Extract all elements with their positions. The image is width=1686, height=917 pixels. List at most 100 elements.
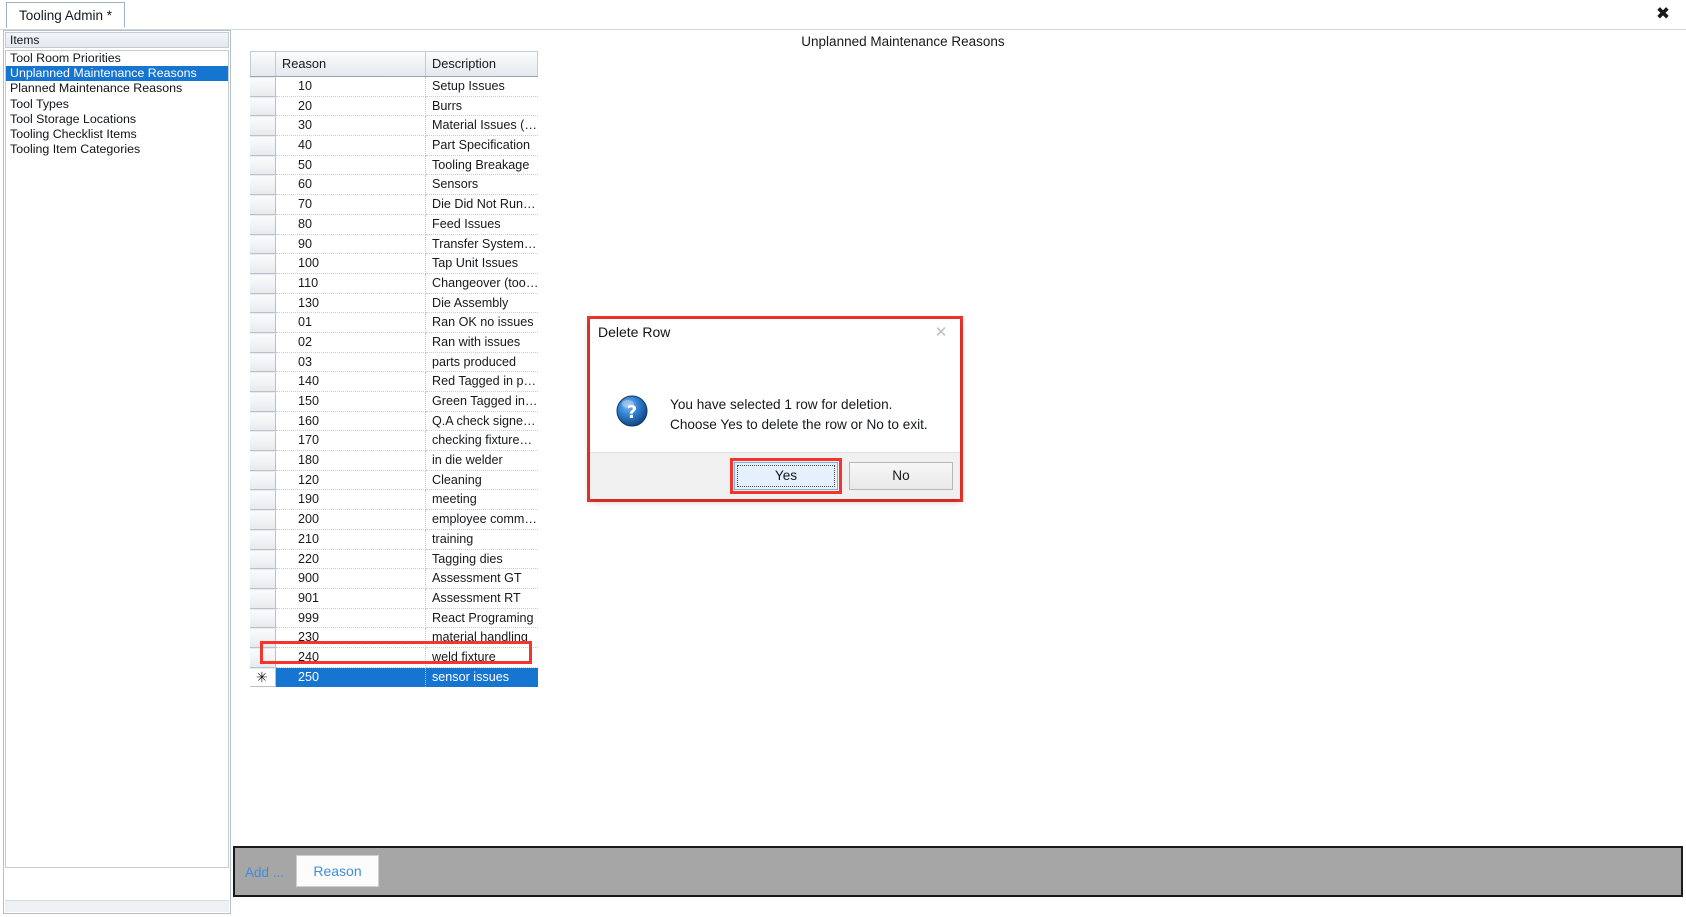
row-selector-cell[interactable]: [250, 411, 276, 432]
row-selector-cell[interactable]: [250, 628, 276, 648]
row-selector-cell[interactable]: [250, 372, 276, 392]
cell-reason[interactable]: 140: [276, 372, 426, 392]
cell-description[interactable]: weld fixture: [426, 648, 538, 668]
cell-reason[interactable]: 70: [276, 195, 426, 215]
table-row[interactable]: 130 Die Assembly: [250, 293, 538, 314]
cell-reason[interactable]: 90: [276, 234, 426, 255]
cell-reason[interactable]: 20: [276, 96, 426, 117]
cell-reason[interactable]: 120: [276, 470, 426, 491]
row-selector-cell[interactable]: [250, 96, 276, 117]
cell-description[interactable]: Assessment GT: [426, 569, 538, 589]
cell-description[interactable]: Die Did Not Run…: [426, 195, 538, 215]
table-row[interactable]: 240 weld fixture: [250, 647, 538, 668]
row-selector-cell[interactable]: [250, 195, 276, 215]
items-list[interactable]: Tool Room Priorities Unplanned Maintenanc…: [5, 50, 229, 868]
table-row[interactable]: 30 Material Issues (…: [250, 116, 538, 137]
cell-description[interactable]: Setup Issues: [426, 77, 538, 97]
grid-header-reason[interactable]: Reason: [276, 51, 426, 76]
cell-description[interactable]: Assessment RT: [426, 589, 538, 609]
add-reason-button[interactable]: Reason: [296, 855, 379, 887]
cell-reason[interactable]: 03: [276, 352, 426, 373]
cell-description[interactable]: React Programing: [426, 609, 538, 629]
row-selector-cell[interactable]: [250, 273, 276, 294]
table-row[interactable]: 40 Part Specification: [250, 136, 538, 156]
sidebar-item[interactable]: Tool Room Priorities: [6, 51, 228, 66]
cell-reason[interactable]: 50: [276, 155, 426, 176]
cell-description[interactable]: Green Tagged in…: [426, 392, 538, 412]
table-row[interactable]: 200 employee comm…: [250, 510, 538, 530]
grid-header-description[interactable]: Description: [426, 51, 538, 76]
cell-reason[interactable]: 250: [276, 667, 426, 688]
cell-reason[interactable]: 200: [276, 510, 426, 530]
cell-description[interactable]: Changeover (too…: [426, 274, 538, 294]
row-selector-cell[interactable]: [250, 451, 276, 471]
reasons-grid[interactable]: Reason Description 10 Setup Issues 20 Burrs…: [250, 51, 538, 688]
table-row[interactable]: 90 Transfer System…: [250, 234, 538, 255]
dialog-close-icon[interactable]: ✕: [932, 323, 950, 341]
cell-description[interactable]: parts produced: [426, 353, 538, 373]
cell-reason[interactable]: 10: [276, 77, 426, 97]
row-selector-cell[interactable]: [250, 77, 276, 97]
row-selector-cell[interactable]: [250, 608, 276, 629]
cell-description[interactable]: Die Assembly: [426, 294, 538, 314]
sidebar-item[interactable]: Unplanned Maintenance Reasons: [6, 66, 228, 82]
row-selector-cell[interactable]: ✳: [250, 667, 276, 688]
row-selector-cell[interactable]: [250, 136, 276, 156]
cell-description[interactable]: sensor issues: [426, 667, 538, 688]
cell-reason[interactable]: 190: [276, 490, 426, 511]
table-row[interactable]: 901 Assessment RT: [250, 588, 538, 609]
cell-reason[interactable]: 240: [276, 647, 426, 668]
table-row[interactable]: 20 Burrs: [250, 96, 538, 117]
row-selector-cell[interactable]: [250, 431, 276, 452]
row-selector-cell[interactable]: [250, 529, 276, 550]
cell-reason[interactable]: 100: [276, 254, 426, 274]
table-row[interactable]: 50 Tooling Breakage: [250, 155, 538, 176]
cell-description[interactable]: Feed Issues: [426, 215, 538, 235]
table-row[interactable]: ✳ 250 sensor issues: [250, 667, 538, 688]
row-selector-cell[interactable]: [250, 392, 276, 412]
table-row[interactable]: 10 Setup Issues: [250, 77, 538, 97]
cell-description[interactable]: Cleaning: [426, 471, 538, 491]
cell-description[interactable]: Ran with issues: [426, 333, 538, 353]
row-selector-cell[interactable]: [250, 116, 276, 137]
row-selector-cell[interactable]: [250, 352, 276, 373]
cell-description[interactable]: Sensors: [426, 175, 538, 196]
cell-reason[interactable]: 80: [276, 214, 426, 235]
row-selector-cell[interactable]: [250, 470, 276, 491]
table-row[interactable]: 100 Tap Unit Issues: [250, 254, 538, 274]
cell-description[interactable]: Tagging dies: [426, 550, 538, 570]
cell-description[interactable]: Tap Unit Issues: [426, 254, 538, 274]
sidebar-item[interactable]: Planned Maintenance Reasons: [6, 81, 228, 96]
table-row[interactable]: 110 Changeover (too…: [250, 273, 538, 294]
table-row[interactable]: 190 meeting: [250, 490, 538, 511]
close-icon[interactable]: ✖: [1650, 2, 1676, 26]
row-selector-cell[interactable]: [250, 234, 276, 255]
row-selector-cell[interactable]: [250, 175, 276, 196]
cell-description[interactable]: Material Issues (…: [426, 116, 538, 137]
table-row[interactable]: 170 checking fixture…: [250, 431, 538, 452]
yes-button[interactable]: Yes: [734, 462, 838, 490]
tab-tooling-admin[interactable]: Tooling Admin *: [6, 2, 126, 28]
cell-description[interactable]: in die welder: [426, 451, 538, 471]
cell-reason[interactable]: 999: [276, 608, 426, 629]
row-selector-cell[interactable]: [250, 549, 276, 570]
cell-reason[interactable]: 30: [276, 116, 426, 137]
row-selector-cell[interactable]: [250, 332, 276, 353]
table-row[interactable]: 180 in die welder: [250, 451, 538, 471]
cell-reason[interactable]: 130: [276, 293, 426, 314]
cell-description[interactable]: Q.A check signe…: [426, 412, 538, 432]
cell-reason[interactable]: 900: [276, 569, 426, 589]
cell-reason[interactable]: 180: [276, 451, 426, 471]
cell-description[interactable]: Burrs: [426, 97, 538, 117]
table-row[interactable]: 70 Die Did Not Run…: [250, 195, 538, 215]
cell-description[interactable]: Ran OK no issues: [426, 313, 538, 333]
row-selector-cell[interactable]: [250, 214, 276, 235]
row-selector-cell[interactable]: [250, 313, 276, 333]
cell-reason[interactable]: 150: [276, 392, 426, 412]
table-row[interactable]: 160 Q.A check signe…: [250, 411, 538, 432]
cell-reason[interactable]: 110: [276, 273, 426, 294]
table-row[interactable]: 900 Assessment GT: [250, 569, 538, 589]
row-selector-cell[interactable]: [250, 155, 276, 176]
cell-description[interactable]: Transfer System…: [426, 235, 538, 255]
cell-reason[interactable]: 230: [276, 628, 426, 648]
